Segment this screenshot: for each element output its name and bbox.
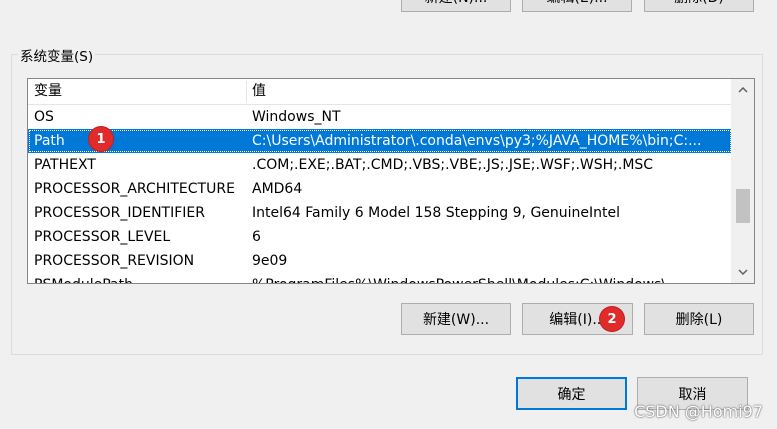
variable-value: .COM;.EXE;.BAT;.CMD;.VBS;.VBE;.JS;.JSE;.… [252,157,654,173]
vertical-scrollbar[interactable] [731,79,754,283]
column-header-value[interactable]: 值 [246,79,732,104]
system-variables-label: 系统变量(S) [18,45,96,65]
variable-name: PSModulePath [34,273,244,283]
variable-name: PROCESSOR_LEVEL [34,229,171,245]
scrollbar-thumb[interactable] [736,189,750,223]
annotation-badge-1: 1 [89,127,113,151]
list-item[interactable]: PROCESSOR_IDENTIFIER Intel64 Family 6 Mo… [28,201,732,225]
column-header-variable[interactable]: 变量 [28,79,246,104]
user-new-button[interactable]: 新建(N)... [401,0,511,12]
variable-name: Path [34,133,65,149]
annotation-badge-2: 2 [600,307,624,331]
list-item[interactable]: PROCESSOR_REVISION 9e09 [28,249,732,273]
list-item[interactable]: PROCESSOR_LEVEL 6 [28,225,732,249]
system-delete-button[interactable]: 删除(L) [644,303,754,335]
list-item[interactable]: PATHEXT .COM;.EXE;.BAT;.CMD;.VBS;.VBE;.J… [28,153,732,177]
chevron-down-icon[interactable] [732,263,754,281]
variable-name: PROCESSOR_REVISION [34,253,195,269]
chevron-up-icon[interactable] [732,81,754,99]
user-edit-button[interactable]: 编辑(E)... [522,0,632,12]
variable-value: 6 [252,229,261,245]
variable-name: OS [34,109,54,125]
system-variables-list[interactable]: 变量 值 OS Windows_NT Path C:\Users\Adminis… [27,78,755,284]
variable-value: C:\Users\Administrator\.conda\envs\py3;%… [252,133,702,149]
system-new-button[interactable]: 新建(W)... [401,303,511,335]
user-delete-button[interactable]: 删除(D) [644,0,754,12]
variable-name: PROCESSOR_IDENTIFIER [34,205,205,221]
variable-value: Windows_NT [252,109,341,125]
list-item[interactable]: PSModulePath %ProgramFiles%\WindowsPower… [28,273,732,283]
variable-value: %ProgramFiles%\WindowsPowerShell\Modules… [252,273,730,283]
variable-name: PROCESSOR_ARCHITECTURE [34,181,235,197]
variable-value: 9e09 [252,253,288,269]
watermark-text: CSDN @Homi97 [634,402,763,421]
variable-value: AMD64 [252,181,303,197]
list-item-selected[interactable]: Path C:\Users\Administrator\.conda\envs\… [28,129,732,153]
variable-value: Intel64 Family 6 Model 158 Stepping 9, G… [252,205,621,221]
variable-name: PATHEXT [34,157,96,173]
list-item[interactable]: PROCESSOR_ARCHITECTURE AMD64 [28,177,732,201]
list-rows: OS Windows_NT Path C:\Users\Administrato… [28,105,732,283]
list-item[interactable]: OS Windows_NT [28,105,732,129]
list-header: 变量 值 [28,79,732,105]
ok-button[interactable]: 确定 [516,377,627,410]
